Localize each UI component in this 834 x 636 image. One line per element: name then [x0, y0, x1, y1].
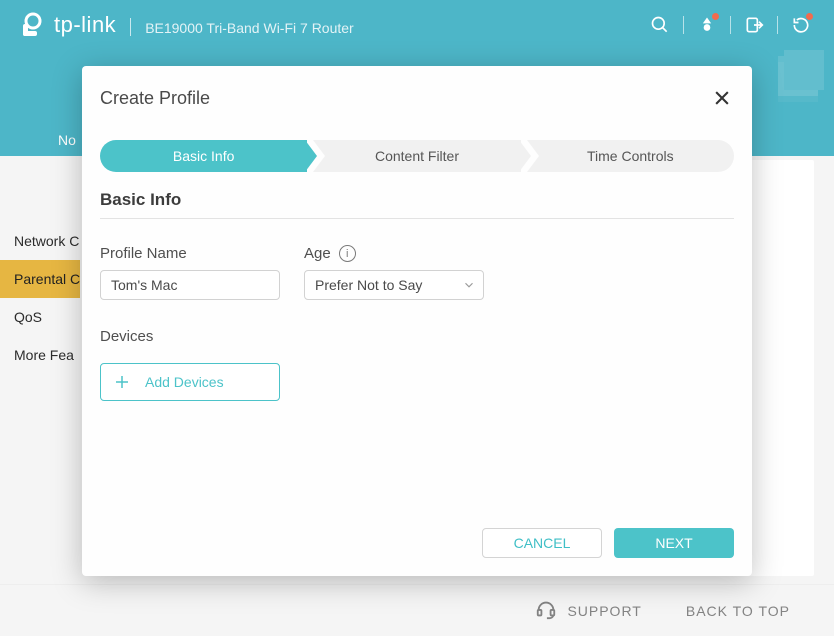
header-icon-separator: [777, 16, 778, 34]
sidebar-item-label: More Fea: [14, 347, 74, 363]
create-profile-modal: Create Profile Basic Info Content Filter…: [82, 66, 752, 576]
step-tabs: Basic Info Content Filter Time Controls: [100, 140, 734, 172]
header-icon-separator: [730, 16, 731, 34]
next-label: NEXT: [655, 535, 692, 551]
support-label: SUPPORT: [567, 603, 641, 619]
step-content-filter[interactable]: Content Filter: [313, 140, 520, 172]
logout-icon[interactable]: [743, 14, 765, 36]
brand-logo: tp-link: [18, 11, 116, 39]
sidebar-item-label: QoS: [14, 309, 42, 325]
modal-footer: CANCEL NEXT: [482, 528, 734, 558]
page-footer: SUPPORT BACK TO TOP: [0, 584, 834, 636]
product-title: BE19000 Tri-Band Wi-Fi 7 Router: [145, 20, 354, 36]
step-label: Time Controls: [587, 148, 674, 164]
devices-group: Devices Add Devices: [100, 328, 734, 401]
profile-name-input[interactable]: [100, 270, 280, 300]
subheader-tab-peek: No: [58, 132, 76, 148]
back-to-top-label: BACK TO TOP: [686, 603, 790, 619]
cancel-button[interactable]: CANCEL: [482, 528, 602, 558]
cancel-label: CANCEL: [514, 535, 571, 551]
modal-header: Create Profile: [100, 86, 734, 110]
form-row-name-age: Profile Name Age i Prefer Not to Say: [100, 245, 734, 300]
header-divider: [130, 18, 131, 36]
add-devices-button[interactable]: Add Devices: [100, 363, 280, 401]
headset-icon: [535, 598, 557, 623]
info-icon[interactable]: i: [339, 245, 356, 262]
add-devices-label: Add Devices: [145, 374, 224, 390]
sidebar-item-label: Parental C: [14, 271, 80, 287]
sidebar-item-network[interactable]: Network C: [0, 222, 80, 260]
profile-name-group: Profile Name: [100, 245, 280, 300]
sidebar-item-label: Network C: [14, 233, 79, 249]
search-icon[interactable]: [649, 14, 671, 36]
step-time-controls[interactable]: Time Controls: [527, 140, 734, 172]
refresh-icon[interactable]: [790, 14, 812, 36]
step-basic-info[interactable]: Basic Info: [100, 140, 307, 172]
header-action-icons: [649, 14, 812, 36]
header-icon-separator: [683, 16, 684, 34]
support-link[interactable]: SUPPORT: [535, 598, 641, 623]
modal-title: Create Profile: [100, 88, 210, 109]
age-selected-value: Prefer Not to Say: [315, 277, 422, 293]
decorative-accent: [784, 50, 824, 90]
age-group: Age i Prefer Not to Say: [304, 245, 484, 300]
brand-name: tp-link: [54, 12, 116, 38]
age-label-row: Age i: [304, 245, 484, 262]
section-title: Basic Info: [100, 190, 734, 219]
left-sidebar: Network C Parental C QoS More Fea: [0, 156, 80, 584]
sidebar-item-parental[interactable]: Parental C: [0, 260, 80, 298]
notification-icon[interactable]: [696, 14, 718, 36]
back-to-top-link[interactable]: BACK TO TOP: [686, 603, 790, 619]
sidebar-item-qos[interactable]: QoS: [0, 298, 80, 336]
age-select[interactable]: Prefer Not to Say: [304, 270, 484, 300]
profile-name-label: Profile Name: [100, 245, 280, 262]
step-label: Basic Info: [173, 148, 234, 164]
sidebar-item-more[interactable]: More Fea: [0, 336, 80, 374]
plus-icon: [113, 373, 131, 391]
close-icon[interactable]: [710, 86, 734, 110]
devices-label: Devices: [100, 328, 734, 345]
tplink-logo-icon: [18, 11, 46, 39]
notification-dot-icon: [712, 13, 719, 20]
next-button[interactable]: NEXT: [614, 528, 734, 558]
step-label: Content Filter: [375, 148, 459, 164]
update-dot-icon: [806, 13, 813, 20]
age-label: Age: [304, 245, 331, 262]
